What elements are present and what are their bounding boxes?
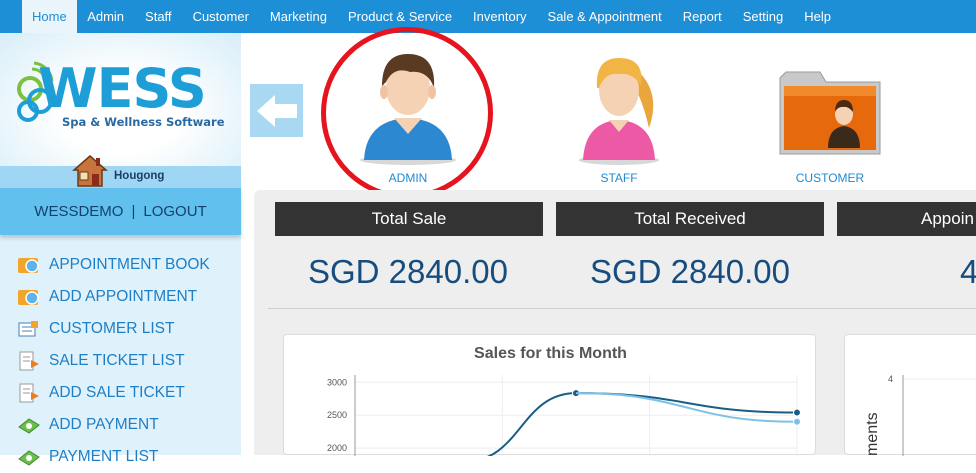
stat-value-appointments: 4 — [960, 253, 976, 290]
sale-ticket-list-icon — [17, 350, 41, 372]
menu-label: ADD PAYMENT — [49, 416, 159, 433]
menu-item-add-appointment[interactable]: ADD APPOINTMENT — [0, 281, 241, 313]
menu-item-payment-list[interactable]: PAYMENT LIST — [0, 441, 241, 473]
data-point — [793, 417, 801, 426]
nav-admin[interactable]: Admin — [77, 0, 135, 33]
staff-avatar-icon — [579, 58, 659, 165]
add-appointment-icon — [17, 286, 41, 308]
logo-text: WESS — [38, 57, 207, 120]
username-link[interactable]: WESSDEMO — [34, 203, 123, 220]
y-tick-label: 3000 — [327, 377, 347, 387]
user-separator: | — [131, 203, 136, 220]
nav-help[interactable]: Help — [794, 0, 842, 33]
add-payment-icon — [17, 414, 41, 436]
top-navigation: Home Admin Staff Customer Marketing Prod… — [0, 0, 976, 33]
menu-label: PAYMENT LIST — [49, 448, 159, 465]
series-line — [575, 392, 798, 423]
stat-header-total-received: Total Received — [556, 202, 824, 236]
y-axis-label: ments — [864, 412, 881, 456]
quick-link-label: CUSTOMER — [795, 171, 865, 185]
appointments-chart: 4 ments — [864, 374, 976, 456]
payment-list-icon — [17, 446, 41, 468]
quick-link-label: ADMIN — [388, 171, 428, 185]
stat-value-total-received: SGD 2840.00 — [590, 253, 790, 290]
back-button[interactable] — [250, 84, 303, 137]
quick-link-admin[interactable]: ADMIN — [338, 42, 478, 190]
house-icon — [72, 155, 108, 187]
customer-list-icon — [17, 318, 41, 340]
series-line — [486, 392, 798, 456]
add-sale-ticket-icon — [17, 382, 41, 404]
sidebar: WESS Spa & Wellness Software Hougong WES… — [0, 33, 241, 466]
appointment-book-icon — [17, 254, 41, 276]
sidebar-menu: APPOINTMENT BOOK ADD APPOINTMENT CUSTOME… — [0, 249, 241, 473]
nav-home[interactable]: Home — [22, 0, 77, 33]
appointments-chart-card: 4 ments — [844, 334, 976, 456]
menu-label: ADD APPOINTMENT — [49, 288, 198, 305]
quick-link-customer[interactable]: CUSTOMER — [760, 42, 900, 190]
nav-customer[interactable]: Customer — [182, 0, 259, 33]
logout-link[interactable]: LOGOUT — [143, 203, 206, 220]
menu-label: SALE TICKET LIST — [49, 352, 185, 369]
branch-bar: Hougong — [0, 155, 241, 188]
nav-product-service[interactable]: Product & Service — [338, 0, 463, 33]
branch-name: Hougong — [114, 170, 165, 182]
sales-chart: 3000 2500 2000 — [327, 375, 801, 456]
quick-link-label: STAFF — [600, 171, 638, 185]
nav-staff[interactable]: Staff — [135, 0, 183, 33]
stat-value-total-sale: SGD 2840.00 — [308, 253, 508, 290]
menu-item-sale-ticket-list[interactable]: SALE TICKET LIST — [0, 345, 241, 377]
y-tick-label: 4 — [888, 374, 893, 384]
admin-avatar-icon — [360, 54, 456, 165]
customer-folder-icon — [779, 71, 881, 155]
nav-inventory[interactable]: Inventory — [463, 0, 537, 33]
menu-label: APPOINTMENT BOOK — [49, 256, 210, 273]
nav-setting[interactable]: Setting — [732, 0, 793, 33]
menu-item-customer-list[interactable]: CUSTOMER LIST — [0, 313, 241, 345]
nav-report[interactable]: Report — [672, 0, 732, 33]
stat-header-appointments: Appoin — [837, 202, 976, 236]
data-point — [793, 408, 801, 417]
quick-link-staff[interactable]: STAFF — [549, 42, 689, 190]
menu-item-add-sale-ticket[interactable]: ADD SALE TICKET — [0, 377, 241, 409]
nav-sale-appointment[interactable]: Sale & Appointment — [537, 0, 672, 33]
nav-marketing[interactable]: Marketing — [259, 0, 337, 33]
logo-tagline: Spa & Wellness Software — [62, 115, 225, 129]
sales-chart-card: Sales for this Month 3000 2500 2000 — [283, 334, 816, 456]
user-bar: WESSDEMO | LOGOUT — [0, 188, 241, 235]
menu-item-appointment-book[interactable]: APPOINTMENT BOOK — [0, 249, 241, 281]
divider — [268, 308, 976, 309]
menu-label: ADD SALE TICKET — [49, 384, 185, 401]
back-arrow-icon — [256, 94, 297, 127]
menu-label: CUSTOMER LIST — [49, 320, 175, 337]
y-tick-label: 2500 — [327, 410, 347, 420]
menu-item-add-payment[interactable]: ADD PAYMENT — [0, 409, 241, 441]
stat-header-total-sale: Total Sale — [275, 202, 543, 236]
logo[interactable]: WESS Spa & Wellness Software — [0, 33, 241, 166]
y-tick-label: 2000 — [327, 443, 347, 453]
